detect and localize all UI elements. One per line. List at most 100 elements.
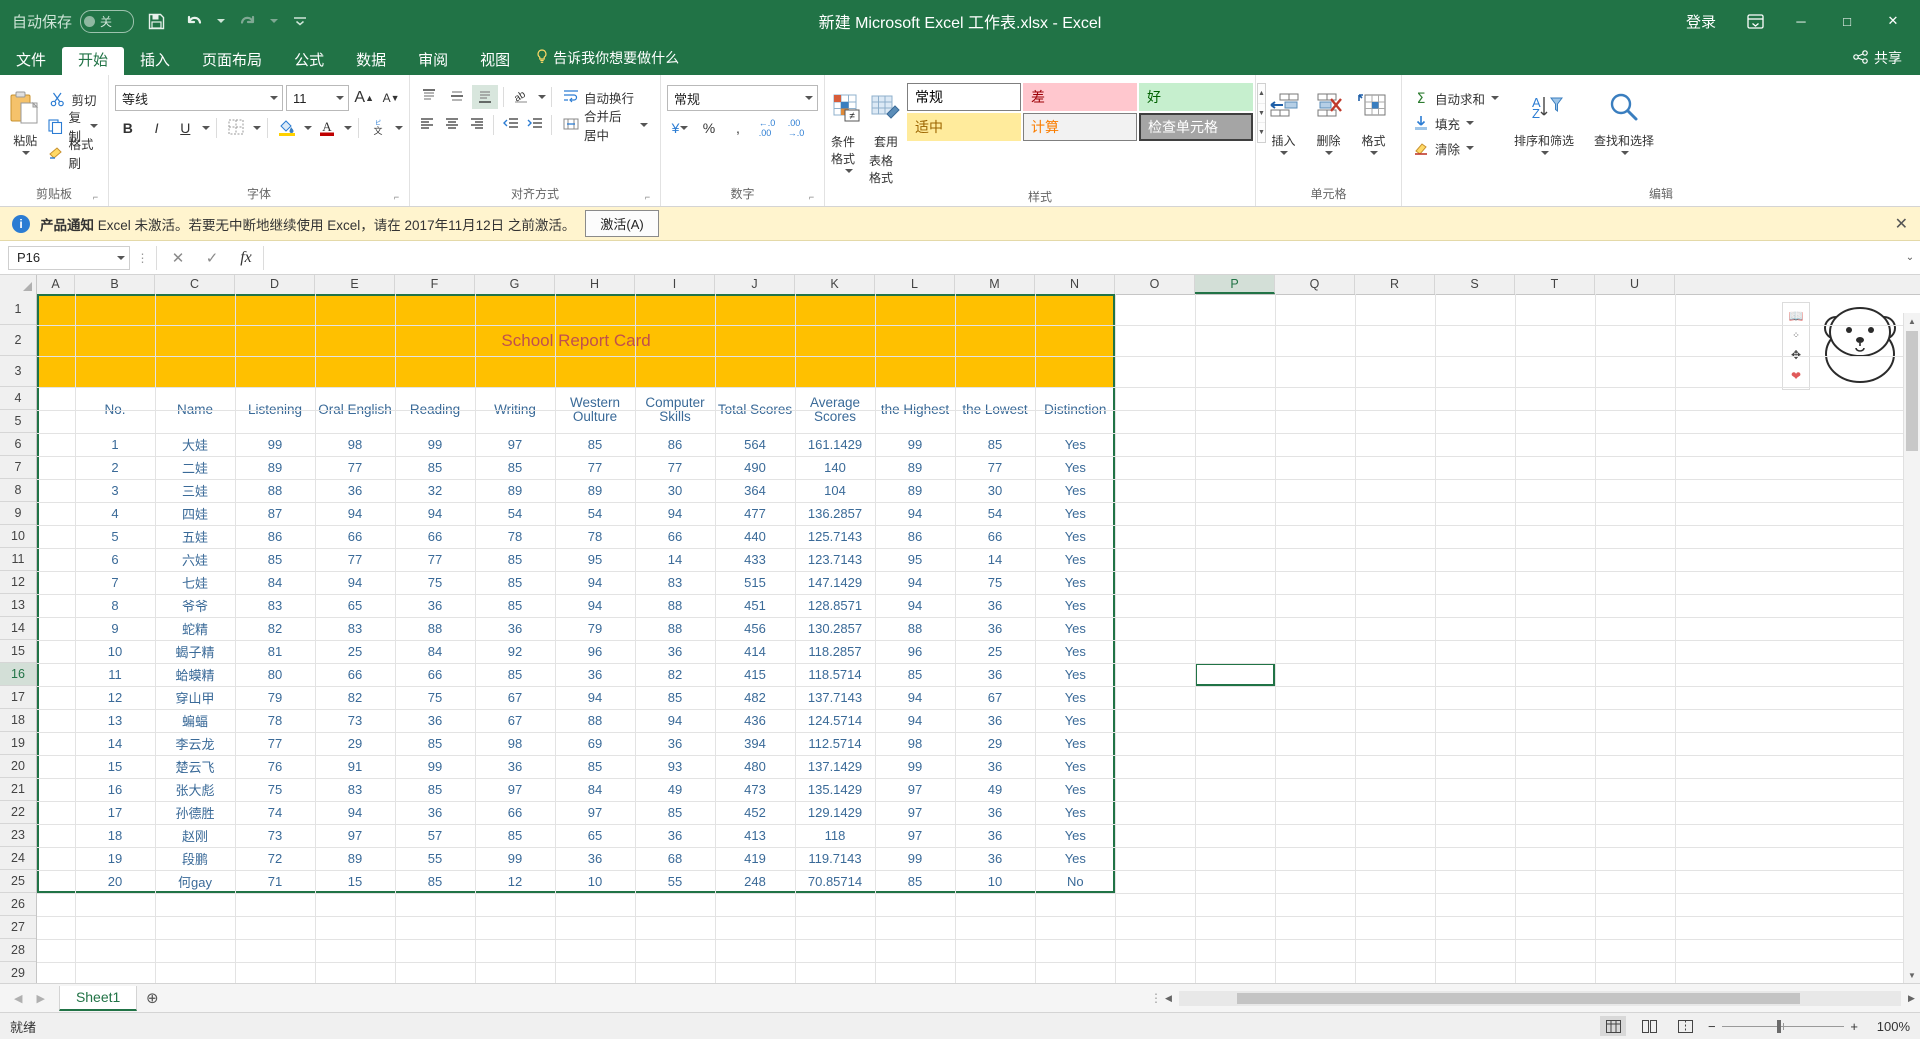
format-dropdown-icon[interactable] [1370, 151, 1378, 155]
redo-dropdown-icon[interactable] [270, 19, 279, 23]
cell-style-bad[interactable]: 差 [1023, 83, 1137, 111]
column-header-C[interactable]: C [155, 275, 235, 294]
decrease-font-size-button[interactable]: A ▼ [379, 86, 403, 110]
redo-icon[interactable] [231, 6, 263, 36]
row-header-16[interactable]: 16 [0, 663, 36, 686]
align-top-button[interactable] [416, 85, 442, 109]
close-button[interactable]: ✕ [1870, 0, 1916, 42]
row-header-18[interactable]: 18 [0, 709, 36, 732]
tab-formulas[interactable]: 公式 [278, 47, 340, 75]
floating-sticker[interactable]: 📖 ⁘ ✥ ❤ [1782, 302, 1908, 390]
nav-next-icon[interactable]: ▶ [36, 992, 44, 1005]
comma-button[interactable]: , [725, 116, 751, 140]
row-header-13[interactable]: 13 [0, 594, 36, 617]
alignment-dialog-launcher-icon[interactable]: ⌐ [643, 193, 652, 202]
row-header-5[interactable]: 5 [0, 410, 36, 433]
column-header-J[interactable]: J [715, 275, 795, 294]
row-header-3[interactable]: 3 [0, 356, 36, 387]
row-header-6[interactable]: 6 [0, 433, 36, 456]
row-header-21[interactable]: 21 [0, 778, 36, 801]
scroll-down-icon[interactable]: ▼ [1904, 967, 1920, 983]
undo-icon[interactable] [178, 6, 210, 36]
close-notice-icon[interactable]: ✕ [1895, 214, 1908, 234]
column-header-T[interactable]: T [1515, 275, 1595, 294]
row-header-22[interactable]: 22 [0, 801, 36, 824]
align-bottom-button[interactable] [472, 85, 498, 109]
vertical-scrollbar[interactable]: ▲ ▼ [1903, 313, 1920, 983]
expand-formula-bar-icon[interactable]: ⌄ [1900, 252, 1920, 263]
number-format-combo[interactable]: 常规 [667, 85, 818, 111]
fill-color-dropdown-icon[interactable] [303, 126, 312, 130]
paste-dropdown-icon[interactable] [21, 151, 30, 155]
horizontal-scrollbar[interactable] [1179, 990, 1901, 1006]
column-header-P[interactable]: P [1195, 275, 1275, 294]
share-button[interactable]: 共享 [1835, 42, 1920, 75]
phonetic-guide-button[interactable]: ピ文 [365, 116, 391, 140]
paste-button[interactable]: 粘贴 [6, 82, 44, 183]
font-color-button[interactable]: A [315, 116, 341, 140]
fill-color-button[interactable] [274, 116, 300, 140]
merge-dropdown-icon[interactable] [640, 123, 648, 127]
formula-input[interactable] [263, 245, 1900, 270]
find-select-button[interactable]: 查找和选择 [1585, 82, 1663, 183]
clear-button[interactable]: 清除 [1408, 136, 1503, 160]
zoom-track[interactable] [1721, 1019, 1845, 1033]
select-all-button[interactable] [0, 275, 37, 294]
save-icon[interactable] [140, 6, 172, 36]
font-color-dropdown-icon[interactable] [344, 126, 353, 130]
insert-cells-button[interactable]: 插入 [1262, 82, 1305, 183]
increase-font-size-button[interactable]: A ▲ [352, 86, 376, 110]
zoom-level[interactable]: 100% [1868, 1019, 1910, 1034]
column-header-D[interactable]: D [235, 275, 315, 294]
zoom-thumb[interactable] [1776, 1019, 1781, 1033]
merge-center-button[interactable]: 合并后居中 [557, 110, 654, 143]
add-sheet-button[interactable]: ⊕ [137, 989, 167, 1007]
clear-dropdown-icon[interactable] [1466, 146, 1475, 150]
dots-icon[interactable]: ⁘ [1792, 330, 1800, 341]
customize-quick-access-icon[interactable] [284, 6, 316, 36]
cancel-icon[interactable]: ✕ [161, 246, 195, 270]
align-right-button[interactable] [465, 113, 488, 137]
row-header-29[interactable]: 29 [0, 962, 36, 983]
align-left-button[interactable] [416, 113, 439, 137]
fill-dropdown-icon[interactable] [1466, 121, 1475, 125]
autosave-control[interactable]: 自动保存 关 [12, 9, 135, 33]
tab-view[interactable]: 视图 [464, 47, 526, 75]
font-name-dropdown-icon[interactable] [269, 96, 278, 100]
align-center-button[interactable] [441, 113, 464, 137]
autosum-dropdown-icon[interactable] [1491, 96, 1500, 100]
zoom-slider[interactable]: − + [1708, 1019, 1858, 1034]
format-cells-button[interactable]: 格式 [1352, 82, 1395, 183]
scroll-up-icon[interactable]: ▲ [1904, 313, 1920, 329]
row-header-27[interactable]: 27 [0, 916, 36, 939]
sort-filter-dropdown-icon[interactable] [1540, 151, 1549, 155]
column-header-O[interactable]: O [1115, 275, 1195, 294]
column-header-B[interactable]: B [75, 275, 155, 294]
confirm-icon[interactable]: ✓ [195, 246, 229, 270]
format-painter-button[interactable]: 格式刷 [44, 138, 102, 171]
column-header-M[interactable]: M [955, 275, 1035, 294]
maximize-button[interactable]: □ [1824, 0, 1870, 42]
name-box[interactable]: P16 [8, 245, 130, 270]
zoom-out-button[interactable]: − [1708, 1019, 1716, 1034]
row-header-25[interactable]: 25 [0, 870, 36, 893]
font-size-combo[interactable]: 11 [285, 85, 350, 111]
row-header-23[interactable]: 23 [0, 824, 36, 847]
row-header-20[interactable]: 20 [0, 755, 36, 778]
undo-dropdown-icon[interactable] [217, 19, 226, 23]
row-header-11[interactable]: 11 [0, 548, 36, 571]
borders-button[interactable] [223, 116, 249, 140]
row-header-15[interactable]: 15 [0, 640, 36, 663]
cell-style-neutral[interactable]: 适中 [907, 113, 1021, 141]
column-header-K[interactable]: K [795, 275, 875, 294]
view-page-layout-icon[interactable] [1636, 1016, 1662, 1036]
cell-style-good[interactable]: 好 [1139, 83, 1253, 111]
conditional-formatting-dropdown-icon[interactable] [844, 169, 853, 173]
minimize-button[interactable]: ─ [1778, 0, 1824, 42]
row-header-17[interactable]: 17 [0, 686, 36, 709]
borders-dropdown-icon[interactable] [252, 126, 261, 130]
nav-prev-icon[interactable]: ◀ [14, 992, 22, 1005]
hscroll-right-icon[interactable]: ▶ [1903, 993, 1920, 1004]
insert-function-icon[interactable]: fx [229, 246, 263, 270]
column-header-S[interactable]: S [1435, 275, 1515, 294]
